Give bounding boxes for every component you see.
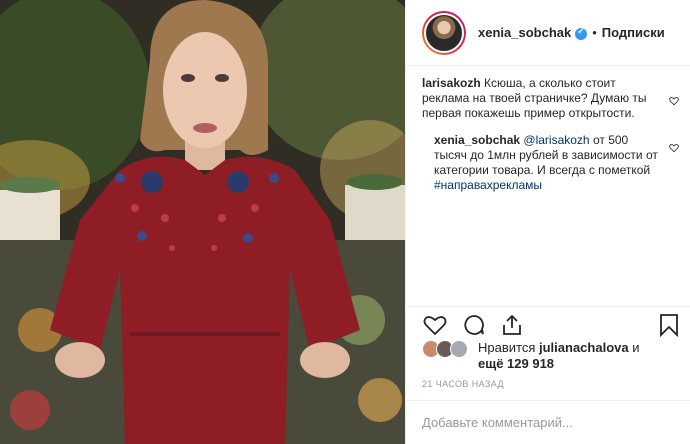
likes-count[interactable]: ещё 129 918 bbox=[478, 356, 554, 371]
liker-username[interactable]: julianachalova bbox=[539, 340, 629, 355]
comment-like-heart-icon[interactable] bbox=[669, 96, 679, 106]
avatar[interactable] bbox=[424, 12, 464, 53]
likes-text: Нравится julianachalova и ещё 129 918 bbox=[478, 340, 678, 372]
comment: larisakozh Ксюша, а сколько стоит реклам… bbox=[406, 76, 690, 121]
comments-list: larisakozh Ксюша, а сколько стоит реклам… bbox=[406, 76, 690, 205]
following-button[interactable]: Подписки bbox=[602, 25, 665, 40]
add-comment-input[interactable] bbox=[422, 415, 662, 430]
avatar-story-ring[interactable] bbox=[422, 10, 466, 55]
comment-hashtag[interactable]: #направахрекламы bbox=[434, 178, 542, 192]
post-timestamp[interactable]: 21 ЧАСОВ НАЗАД bbox=[422, 379, 504, 389]
likes-summary: Нравится julianachalova и ещё 129 918 bbox=[422, 338, 682, 374]
share-icon[interactable] bbox=[500, 313, 524, 337]
heart-icon[interactable] bbox=[422, 313, 448, 337]
comment-reply: xenia_sobchak @larisakozh от 500 тысяч д… bbox=[406, 133, 690, 193]
comment-username[interactable]: larisakozh bbox=[422, 76, 481, 90]
comment-like-heart-icon[interactable] bbox=[669, 143, 679, 153]
add-comment-bar bbox=[406, 400, 690, 444]
likes-prefix: Нравится bbox=[478, 340, 536, 355]
comment-username[interactable]: xenia_sobchak bbox=[434, 133, 520, 147]
header-separator: • bbox=[592, 25, 597, 40]
avatar[interactable] bbox=[450, 340, 468, 358]
comment-mention[interactable]: @larisakozh bbox=[523, 133, 589, 147]
post-photo-illustration bbox=[0, 0, 405, 444]
post-sidebar: xenia_sobchak • Подписки larisakozh Ксюш… bbox=[405, 0, 690, 444]
post-header: xenia_sobchak • Подписки bbox=[406, 0, 690, 66]
comment-icon[interactable] bbox=[462, 313, 486, 337]
post-actions-bar bbox=[406, 306, 690, 337]
likes-connector: и bbox=[632, 340, 640, 355]
author-username[interactable]: xenia_sobchak bbox=[478, 25, 571, 40]
bookmark-icon[interactable] bbox=[658, 313, 680, 337]
instagram-post: xenia_sobchak • Подписки larisakozh Ксюш… bbox=[0, 0, 690, 444]
post-photo[interactable] bbox=[0, 0, 405, 444]
verified-badge-icon bbox=[575, 26, 588, 40]
liker-avatars bbox=[422, 340, 470, 360]
